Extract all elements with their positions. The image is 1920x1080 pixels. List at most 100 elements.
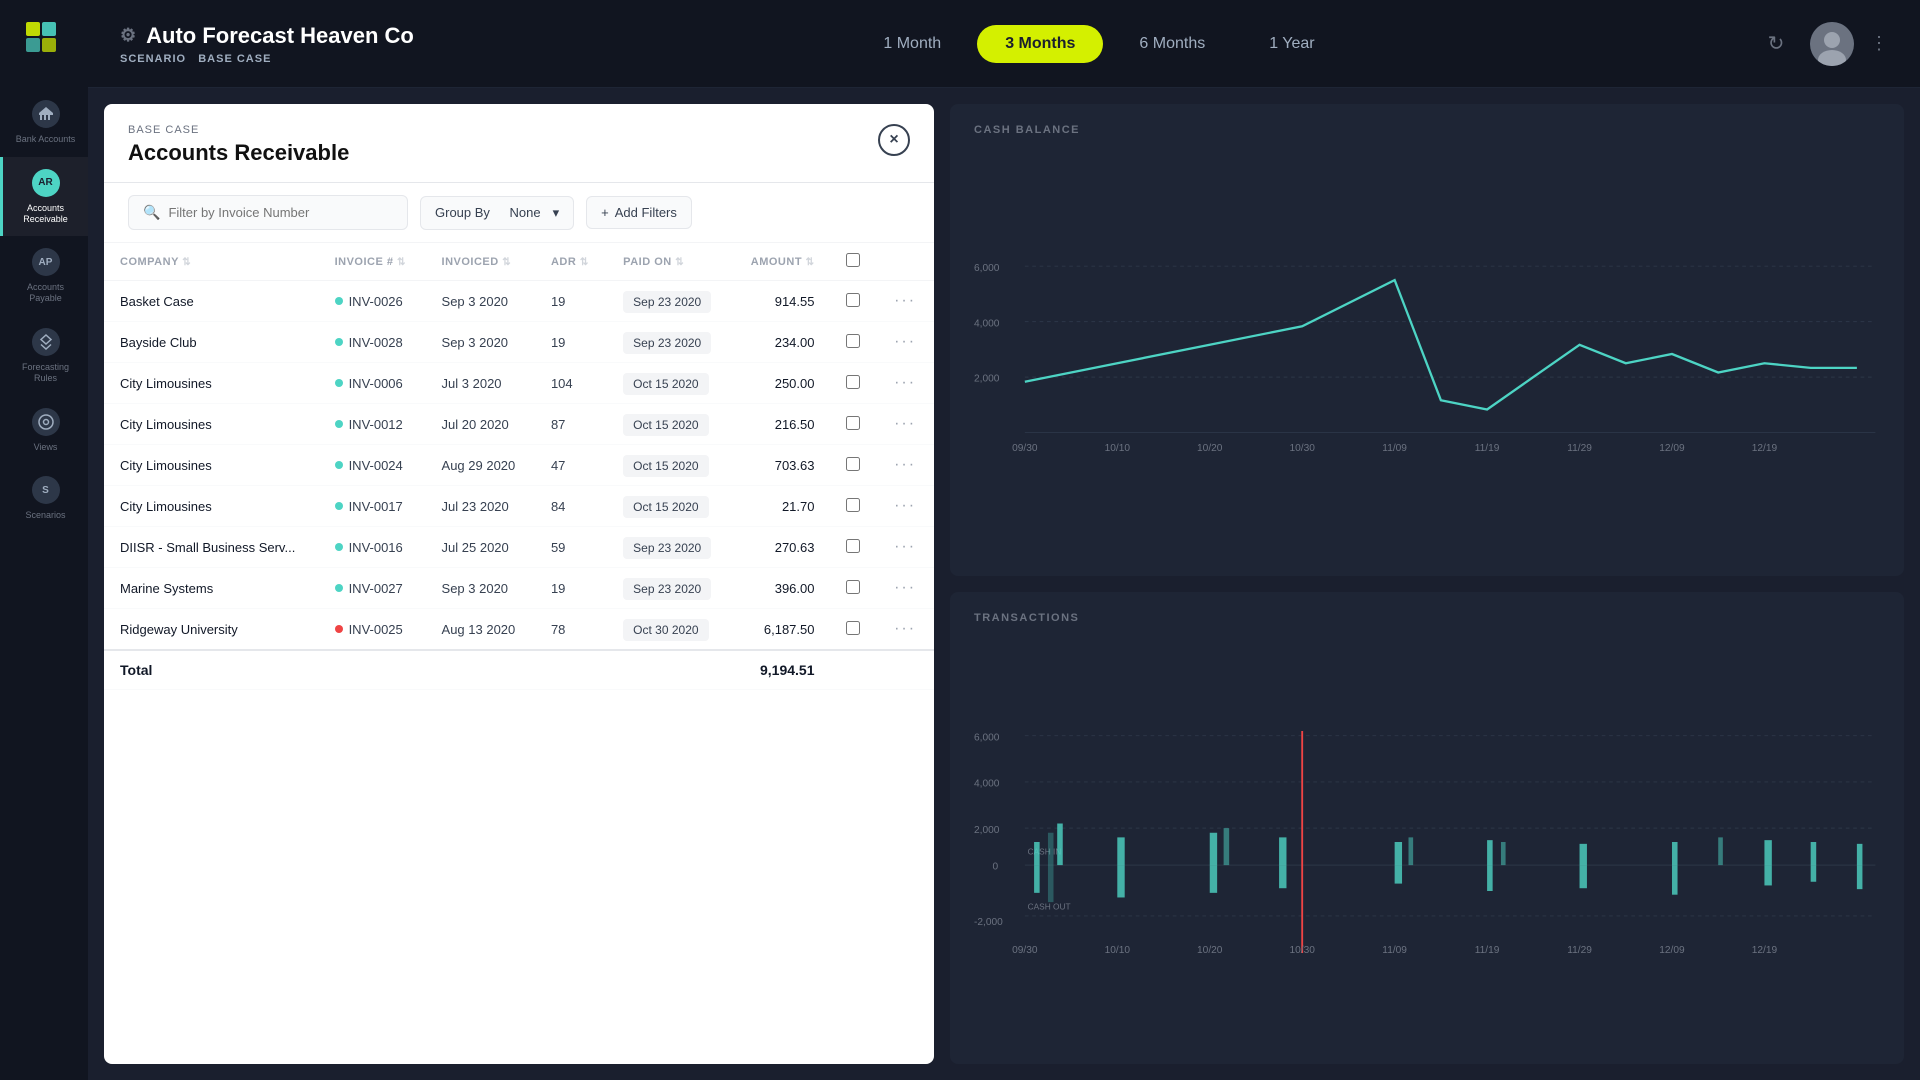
more-options-icon[interactable]: ⋮ [1870, 33, 1888, 54]
sidebar-item-scenarios[interactable]: S Scenarios [0, 464, 88, 533]
sidebar-label-forecasting-rules: Forecasting Rules [11, 362, 80, 384]
amount-cell: 250.00 [731, 363, 830, 404]
svg-text:12/19: 12/19 [1752, 443, 1778, 454]
row-more-icon[interactable]: ··· [894, 620, 916, 637]
invoice-cell: INV-0012 [319, 404, 426, 445]
row-more-icon[interactable]: ··· [894, 292, 916, 309]
group-by-label: Group By [435, 205, 490, 220]
paid-on-cell: Oct 15 2020 [607, 486, 731, 527]
table-row: City Limousines INV-0024 Aug 29 2020 47 … [104, 445, 934, 486]
table-row: Basket Case INV-0026 Sep 3 2020 19 Sep 2… [104, 281, 934, 322]
company-cell: City Limousines [104, 363, 319, 404]
add-filters-button[interactable]: + Add Filters [586, 196, 692, 229]
app-logo[interactable] [20, 16, 68, 64]
amount-cell: 21.70 [731, 486, 830, 527]
content-area: BASE CASE Accounts Receivable × 🔍 Group … [88, 88, 1920, 1080]
row-checkbox-cell [830, 568, 878, 609]
invoice-status-dot [335, 420, 343, 428]
invoiced-cell: Jul 20 2020 [426, 404, 535, 445]
modal-scenario-label: BASE CASE [128, 124, 349, 136]
row-more-icon[interactable]: ··· [894, 415, 916, 432]
row-checkbox-cell [830, 404, 878, 445]
company-cell: Ridgeway University [104, 609, 319, 651]
invoice-status-dot [335, 461, 343, 469]
nav-1year[interactable]: 1 Year [1241, 25, 1342, 63]
sidebar: Bank Accounts AR Accounts Receivable AP … [0, 0, 88, 1080]
row-select-checkbox[interactable] [846, 293, 860, 307]
nav-6months[interactable]: 6 Months [1111, 25, 1233, 63]
group-by-value: None [510, 205, 541, 220]
row-select-checkbox[interactable] [846, 498, 860, 512]
table-row: Marine Systems INV-0027 Sep 3 2020 19 Se… [104, 568, 934, 609]
row-select-checkbox[interactable] [846, 580, 860, 594]
nav-3months[interactable]: 3 Months [977, 25, 1103, 63]
invoice-cell: INV-0016 [319, 527, 426, 568]
row-more-icon[interactable]: ··· [894, 374, 916, 391]
cash-balance-card: CASH BALANCE 6,000 4,000 2,000 [950, 104, 1904, 576]
svg-text:10/30: 10/30 [1289, 443, 1315, 454]
row-more-icon[interactable]: ··· [894, 333, 916, 350]
row-actions-cell: ··· [878, 486, 934, 527]
amount-cell: 703.63 [731, 445, 830, 486]
total-label: Total [104, 650, 731, 690]
scenario-row: SCENARIO BASE CASE [120, 53, 440, 65]
topbar-right: ↻ ⋮ [1758, 22, 1888, 66]
paid-on-badge: Sep 23 2020 [623, 332, 711, 354]
sidebar-item-accounts-payable[interactable]: AP Accounts Payable [0, 236, 88, 316]
row-select-checkbox[interactable] [846, 621, 860, 635]
settings-icon[interactable]: ⚙ [120, 25, 136, 46]
row-more-icon[interactable]: ··· [894, 579, 916, 596]
row-select-checkbox[interactable] [846, 416, 860, 430]
amount-cell: 6,187.50 [731, 609, 830, 651]
user-avatar[interactable] [1810, 22, 1854, 66]
row-checkbox-cell [830, 527, 878, 568]
svg-text:11/19: 11/19 [1475, 443, 1500, 454]
sidebar-item-views[interactable]: Views [0, 396, 88, 465]
modal-close-button[interactable]: × [878, 124, 910, 156]
row-select-checkbox[interactable] [846, 539, 860, 553]
amount-cell: 270.63 [731, 527, 830, 568]
svg-text:11/09: 11/09 [1382, 945, 1407, 956]
refresh-button[interactable]: ↻ [1758, 26, 1794, 62]
svg-text:2,000: 2,000 [974, 374, 1000, 385]
svg-text:12/09: 12/09 [1659, 945, 1685, 956]
row-select-checkbox[interactable] [846, 457, 860, 471]
amount-cell: 914.55 [731, 281, 830, 322]
col-actions-header [878, 243, 934, 281]
invoiced-cell: Jul 23 2020 [426, 486, 535, 527]
nav-tabs: 1 Month 3 Months 6 Months 1 Year [440, 25, 1758, 63]
filter-by-invoice-input[interactable] [168, 205, 393, 220]
row-select-checkbox[interactable] [846, 375, 860, 389]
row-select-checkbox[interactable] [846, 334, 860, 348]
col-invoiced: INVOICED ⇅ [426, 243, 535, 281]
table-row: City Limousines INV-0006 Jul 3 2020 104 … [104, 363, 934, 404]
col-company: COMPANY ⇅ [104, 243, 319, 281]
row-more-icon[interactable]: ··· [894, 456, 916, 473]
select-all-checkbox[interactable] [846, 253, 860, 267]
row-more-icon[interactable]: ··· [894, 497, 916, 514]
sidebar-item-accounts-receivable[interactable]: AR Accounts Receivable [0, 157, 88, 237]
invoice-status-dot [335, 584, 343, 592]
row-checkbox-cell [830, 445, 878, 486]
nav-1month[interactable]: 1 Month [855, 25, 969, 63]
app-title: Auto Forecast Heaven Co [146, 23, 414, 49]
sidebar-label-accounts-receivable: Accounts Receivable [11, 203, 80, 225]
adr-cell: 84 [535, 486, 607, 527]
modal-toolbar: 🔍 Group By None ▾ + Add Filters [104, 183, 934, 243]
col-amount: AMOUNT ⇅ [731, 243, 830, 281]
col-adr: ADR ⇅ [535, 243, 607, 281]
sidebar-item-forecasting-rules[interactable]: Forecasting Rules [0, 316, 88, 396]
group-by-button[interactable]: Group By None ▾ [420, 196, 574, 230]
paid-on-badge: Oct 15 2020 [623, 455, 708, 477]
invoice-cell: INV-0024 [319, 445, 426, 486]
svg-text:2,000: 2,000 [974, 825, 1000, 836]
total-amount: 9,194.51 [731, 650, 830, 690]
sidebar-item-bank-accounts[interactable]: Bank Accounts [0, 88, 88, 157]
row-more-icon[interactable]: ··· [894, 538, 916, 555]
svg-text:6,000: 6,000 [974, 263, 1000, 274]
table-row: Ridgeway University INV-0025 Aug 13 2020… [104, 609, 934, 651]
svg-text:CASH OUT: CASH OUT [1028, 902, 1071, 912]
svg-text:10/30: 10/30 [1289, 945, 1315, 956]
svg-text:10/10: 10/10 [1105, 443, 1131, 454]
invoice-number: INV-0028 [349, 335, 403, 350]
